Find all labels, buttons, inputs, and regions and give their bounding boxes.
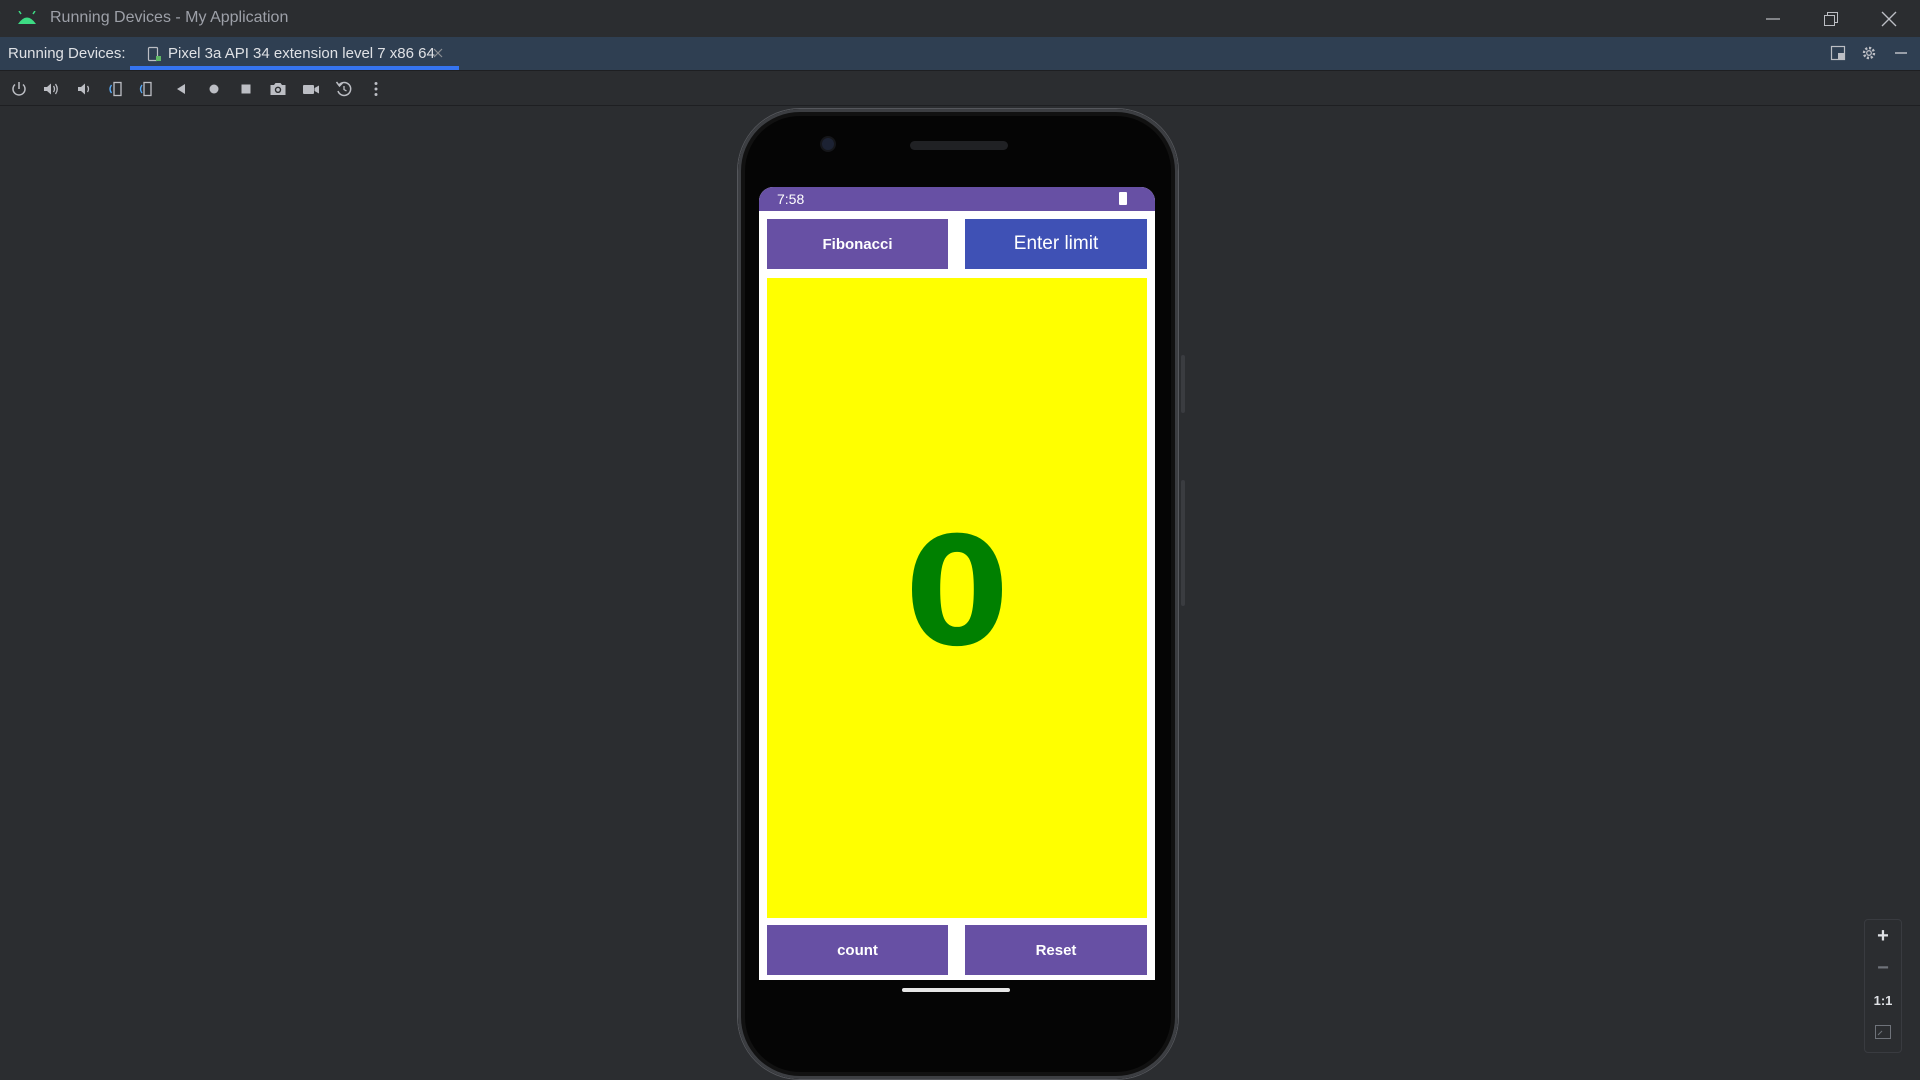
actual-size-label: 1:1 <box>1873 992 1893 1008</box>
camera-icon[interactable] <box>268 79 288 99</box>
rotate-left-icon[interactable] <box>106 79 126 99</box>
minimize-icon <box>1766 18 1780 20</box>
device-tab[interactable]: Pixel 3a API 34 extension level 7 x86 64 <box>130 37 459 70</box>
power-icon[interactable] <box>9 79 29 99</box>
home-icon[interactable] <box>204 79 224 99</box>
back-icon[interactable] <box>171 79 191 99</box>
close-icon <box>1881 11 1897 27</box>
reset-icon[interactable] <box>334 79 354 99</box>
device-screen[interactable]: 7:58 Fibonacci Enter limit 0 count Reset <box>759 187 1155 980</box>
earpiece-speaker <box>910 141 1008 150</box>
count-value: 0 <box>904 506 1010 680</box>
device-toolbar <box>0 71 1920 106</box>
reset-button[interactable]: Reset <box>965 925 1147 975</box>
android-studio-logo-icon <box>18 11 36 24</box>
restore-button[interactable] <box>1802 0 1860 37</box>
zoom-panel: + − 1:1 <box>1864 919 1902 1053</box>
more-icon[interactable] <box>366 79 386 99</box>
gear-icon[interactable] <box>1861 45 1877 61</box>
close-tab-icon[interactable] <box>433 48 443 58</box>
close-window-button[interactable] <box>1860 0 1918 37</box>
rotate-right-icon[interactable] <box>139 79 159 99</box>
phone-volume-button <box>1181 480 1185 606</box>
status-time: 7:58 <box>777 191 805 207</box>
device-icon <box>147 46 161 62</box>
title-bar: Running Devices - My Application <box>0 0 1920 37</box>
battery-icon <box>1119 192 1127 205</box>
front-camera <box>822 138 834 150</box>
volume-down-icon[interactable] <box>74 79 94 99</box>
zoom-out-button[interactable]: − <box>1865 952 1901 984</box>
panel-label: Running Devices: <box>8 45 126 62</box>
hide-icon[interactable] <box>1893 45 1909 61</box>
gesture-home-bar[interactable] <box>902 988 1010 992</box>
zoom-out-icon: − <box>1877 956 1889 979</box>
count-display: 0 <box>767 278 1147 918</box>
status-bar: 7:58 <box>759 187 1155 211</box>
zoom-in-button[interactable]: + <box>1865 920 1901 952</box>
fit-screen-button[interactable] <box>1865 1016 1901 1048</box>
zoom-in-icon: + <box>1877 924 1889 947</box>
fit-screen-icon <box>1875 1025 1891 1039</box>
restore-icon <box>1824 12 1838 26</box>
video-icon[interactable] <box>301 79 321 99</box>
window-title: Running Devices - My Application <box>50 9 289 26</box>
layout-icon[interactable] <box>1830 45 1846 61</box>
fibonacci-button[interactable]: Fibonacci <box>767 219 948 269</box>
volume-up-icon[interactable] <box>41 79 61 99</box>
overview-icon[interactable] <box>236 79 256 99</box>
actual-size-button[interactable]: 1:1 <box>1865 984 1901 1016</box>
enter-limit-button[interactable]: Enter limit <box>965 219 1147 269</box>
count-button[interactable]: count <box>767 925 948 975</box>
minimize-button[interactable] <box>1744 0 1802 37</box>
phone-power-button <box>1181 355 1185 413</box>
device-tab-label: Pixel 3a API 34 extension level 7 x86 64 <box>168 45 435 62</box>
running-devices-tabbar: Running Devices: Pixel 3a API 34 extensi… <box>0 37 1920 71</box>
